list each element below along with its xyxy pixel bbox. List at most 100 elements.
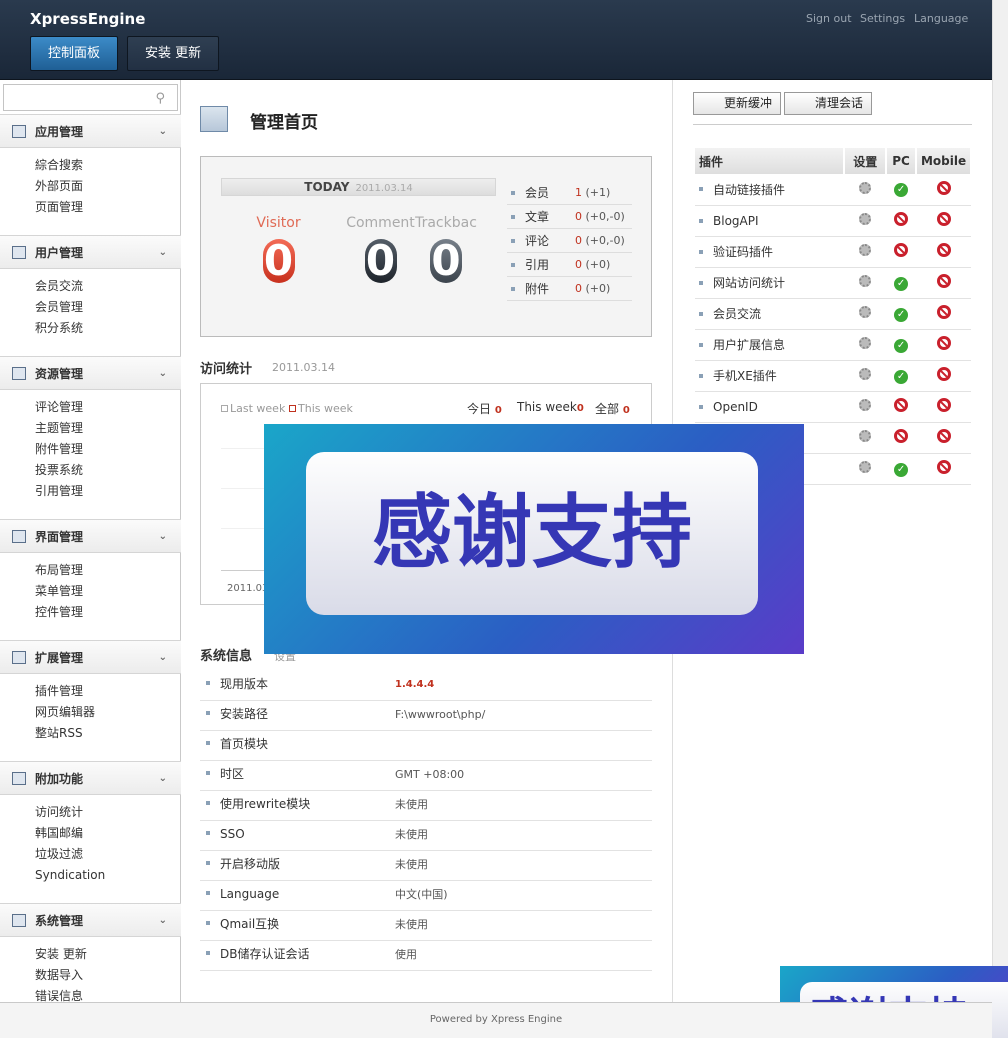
tab-dashboard[interactable]: 控制面板: [30, 36, 119, 71]
sidebar-item[interactable]: 评论管理: [35, 397, 181, 418]
chevron-down-icon[interactable]: ⌄: [159, 904, 167, 938]
sidebar-item[interactable]: 菜单管理: [35, 581, 181, 602]
enabled-check-icon[interactable]: ✓: [894, 369, 909, 384]
enabled-check-icon[interactable]: ✓: [894, 183, 909, 198]
gear-icon[interactable]: [859, 213, 872, 225]
sign-out-link[interactable]: Sign out: [806, 12, 852, 25]
sidebar-section-header[interactable]: 资源管理 ⌄: [0, 356, 181, 390]
disabled-icon[interactable]: [936, 274, 951, 288]
sidebar-section-header[interactable]: 系统管理 ⌄: [0, 903, 181, 937]
sidebar-section-header[interactable]: 用户管理 ⌄: [0, 235, 181, 269]
disabled-icon[interactable]: [936, 243, 951, 257]
tab-install-update[interactable]: 安装 更新: [127, 36, 220, 71]
chevron-down-icon[interactable]: ⌄: [159, 236, 167, 270]
plugin-name[interactable]: 验证码插件: [695, 236, 845, 268]
clear-session-button[interactable]: 清理会话: [784, 92, 872, 115]
sidebar-item-list: 綜合搜索 外部页面 页面管理: [0, 148, 181, 218]
enabled-check-icon[interactable]: ✓: [894, 462, 909, 477]
sidebar-item[interactable]: 綜合搜索: [35, 155, 181, 176]
gear-icon[interactable]: [859, 275, 872, 287]
disabled-icon[interactable]: [894, 398, 909, 412]
brand-logo[interactable]: XpressEngine: [30, 10, 145, 28]
plugin-mobile-cell: [916, 391, 971, 423]
gear-icon[interactable]: [859, 430, 872, 442]
disabled-icon[interactable]: [936, 367, 951, 381]
plugin-name[interactable]: 会员交流: [695, 298, 845, 330]
refresh-cache-button[interactable]: 更新缓冲: [693, 92, 781, 115]
plugin-name[interactable]: 网站访问统计: [695, 267, 845, 299]
sidebar-item[interactable]: 会员交流: [35, 276, 181, 297]
gear-icon[interactable]: [859, 181, 872, 194]
sidebar-item[interactable]: 网页编辑器: [35, 702, 181, 723]
sidebar-item[interactable]: 控件管理: [35, 602, 181, 623]
sidebar-item[interactable]: 会员管理: [35, 297, 181, 318]
sidebar-item[interactable]: 布局管理: [35, 560, 181, 581]
enabled-check-icon[interactable]: ✓: [894, 276, 909, 291]
plugin-pc-cell: ✓: [886, 298, 917, 330]
sidebar-section-header[interactable]: 扩展管理 ⌄: [0, 640, 181, 674]
dashboard-icon: [200, 106, 228, 132]
enabled-check-icon[interactable]: ✓: [894, 307, 909, 322]
stat-count: 0: [575, 234, 582, 247]
sidebar-item[interactable]: 积分系统: [35, 318, 181, 339]
sidebar-section-header[interactable]: 界面管理 ⌄: [0, 519, 181, 553]
language-link[interactable]: Language: [914, 12, 968, 25]
vertical-scrollbar[interactable]: [992, 0, 1008, 1038]
gear-icon[interactable]: [859, 368, 872, 380]
gear-icon[interactable]: [859, 306, 872, 318]
gear-icon[interactable]: [859, 337, 872, 349]
sidebar-item[interactable]: 整站RSS: [35, 723, 181, 744]
chevron-down-icon[interactable]: ⌄: [159, 357, 167, 391]
settings-link[interactable]: Settings: [860, 12, 905, 25]
plugin-name[interactable]: 用户扩展信息: [695, 329, 845, 361]
disabled-icon[interactable]: [936, 305, 951, 319]
sidebar-item[interactable]: 引用管理: [35, 481, 181, 502]
plugin-mobile-cell: [916, 360, 971, 392]
disabled-icon[interactable]: [894, 243, 909, 257]
disabled-icon[interactable]: [936, 398, 951, 412]
system-info-row: Qmail互换 未使用: [200, 911, 652, 941]
section-icon: [12, 914, 26, 927]
system-info-value: 中文(中国): [395, 888, 448, 901]
chevron-down-icon[interactable]: ⌄: [159, 641, 167, 675]
plugin-name[interactable]: 手机XE插件: [695, 360, 845, 392]
disabled-icon[interactable]: [936, 460, 951, 474]
sidebar-item[interactable]: 投票系统: [35, 460, 181, 481]
gear-icon[interactable]: [859, 461, 872, 473]
section-icon: [12, 246, 26, 259]
sidebar-item[interactable]: 插件管理: [35, 681, 181, 702]
disabled-icon[interactable]: [936, 336, 951, 350]
sidebar-item[interactable]: 主题管理: [35, 418, 181, 439]
sidebar-item[interactable]: 数据导入: [35, 965, 181, 986]
disabled-icon[interactable]: [894, 429, 909, 443]
sidebar-item[interactable]: Syndication: [35, 865, 181, 886]
search-input[interactable]: ⚲: [3, 84, 178, 111]
visit-stats-title: 访问统计: [200, 362, 253, 377]
system-info-row: 现用版本 1.4.4.4: [200, 671, 652, 701]
plugin-name[interactable]: BlogAPI: [695, 205, 845, 237]
chevron-down-icon[interactable]: ⌄: [159, 115, 167, 149]
visitor-value: 0: [262, 236, 295, 285]
sidebar-section-header[interactable]: 应用管理 ⌄: [0, 114, 181, 148]
sidebar-item[interactable]: 附件管理: [35, 439, 181, 460]
sidebar-item[interactable]: 外部页面: [35, 176, 181, 197]
sidebar-item[interactable]: 韩国邮编: [35, 823, 181, 844]
sidebar-item[interactable]: 页面管理: [35, 197, 181, 218]
sidebar-item[interactable]: 访问统计: [35, 802, 181, 823]
disabled-icon[interactable]: [936, 180, 951, 195]
plugin-name[interactable]: 自动链接插件: [695, 174, 845, 206]
disabled-icon[interactable]: [936, 212, 951, 226]
sidebar-item[interactable]: 垃圾过滤: [35, 844, 181, 865]
gear-icon[interactable]: [859, 244, 872, 256]
chevron-down-icon[interactable]: ⌄: [159, 520, 167, 554]
disabled-icon[interactable]: [894, 212, 909, 226]
chevron-down-icon[interactable]: ⌄: [159, 762, 167, 796]
sidebar-item[interactable]: 安装 更新: [35, 944, 181, 965]
enabled-check-icon[interactable]: ✓: [894, 338, 909, 353]
disabled-icon[interactable]: [936, 429, 951, 443]
search-icon[interactable]: ⚲: [155, 91, 165, 106]
sidebar-section-header[interactable]: 附加功能 ⌄: [0, 761, 181, 795]
legend-this-label: This week: [298, 402, 353, 415]
gear-icon[interactable]: [859, 399, 872, 411]
plugin-name[interactable]: OpenID: [695, 391, 845, 423]
